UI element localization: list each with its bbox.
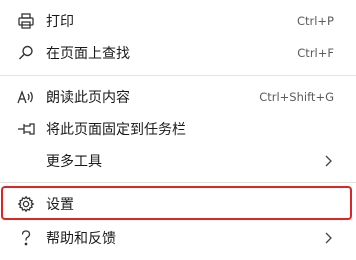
menu-item-label: 朗读此页内容 [46, 90, 130, 106]
read-aloud-icon [16, 87, 36, 107]
menu-item-label: 设置 [46, 197, 74, 213]
search-icon [16, 43, 36, 63]
pin-icon [16, 119, 36, 139]
menu-item-label: 更多工具 [46, 154, 102, 170]
menu-item-print[interactable]: 打印 Ctrl+P [0, 6, 356, 36]
chevron-right-icon [322, 153, 334, 169]
menu-divider [0, 75, 356, 76]
menu-item-read-aloud[interactable]: 朗读此页内容 Ctrl+Shift+G [0, 82, 356, 112]
gear-icon [16, 194, 36, 214]
menu-item-pin-taskbar[interactable]: 将此页面固定到任务栏 [0, 114, 356, 144]
menu-divider [0, 182, 356, 183]
printer-icon [16, 11, 36, 31]
context-menu: 打印 Ctrl+P 在页面上查找 Ctrl+F 朗读此页内容 Ctrl+Shif… [0, 0, 356, 260]
shortcut-text: Ctrl+P [296, 14, 334, 28]
shortcut-text: Ctrl+F [297, 46, 334, 60]
shortcut-text: Ctrl+Shift+G [259, 90, 334, 104]
chevron-right-icon [322, 230, 334, 246]
menu-item-more-tools[interactable]: 更多工具 [0, 146, 356, 176]
menu-item-settings[interactable]: 设置 [0, 189, 356, 219]
menu-item-help-feedback[interactable]: 帮助和反馈 [0, 223, 356, 253]
menu-item-find[interactable]: 在页面上查找 Ctrl+F [0, 38, 356, 68]
menu-item-label: 将此页面固定到任务栏 [46, 122, 186, 138]
menu-item-label: 在页面上查找 [46, 46, 130, 62]
help-icon [16, 228, 36, 248]
menu-item-label: 打印 [46, 14, 74, 30]
menu-item-label: 帮助和反馈 [46, 231, 116, 247]
